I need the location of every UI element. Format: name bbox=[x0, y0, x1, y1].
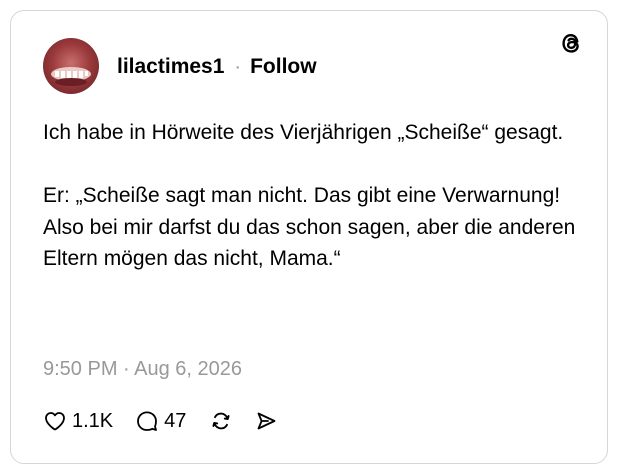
post-text-paragraph-1: Ich habe in Hörweite des Vierjährigen „S… bbox=[43, 121, 564, 144]
like-button[interactable]: 1.1K bbox=[43, 409, 113, 433]
post-text-paragraph-2: Er: „Scheiße sagt man nicht. Das gibt ei… bbox=[43, 184, 576, 270]
post-text: Ich habe in Hörweite des Vierjährigen „S… bbox=[43, 117, 583, 275]
avatar[interactable] bbox=[43, 38, 99, 94]
repost-button[interactable] bbox=[208, 409, 234, 433]
separator-dot: · bbox=[234, 55, 242, 78]
comment-bubble-icon bbox=[137, 411, 158, 431]
threads-logo-icon[interactable] bbox=[557, 29, 585, 57]
share-button[interactable] bbox=[254, 409, 278, 433]
action-bar: 1.1K 47 bbox=[43, 408, 278, 434]
post-header: lilactimes1 · Follow bbox=[117, 55, 317, 79]
like-count: 1.1K bbox=[72, 409, 114, 432]
reply-count: 47 bbox=[164, 409, 187, 432]
send-icon bbox=[258, 412, 276, 430]
post-timestamp[interactable]: 9:50 PM · Aug 6, 2026 bbox=[43, 358, 242, 381]
follow-button[interactable]: Follow bbox=[250, 55, 317, 79]
username-link[interactable]: lilactimes1 bbox=[117, 55, 224, 79]
threads-post-card: lilactimes1 · Follow Ich habe in Hörweit… bbox=[10, 10, 608, 464]
heart-icon bbox=[45, 412, 65, 431]
reply-button[interactable]: 47 bbox=[135, 409, 186, 433]
repost-icon bbox=[212, 412, 230, 430]
